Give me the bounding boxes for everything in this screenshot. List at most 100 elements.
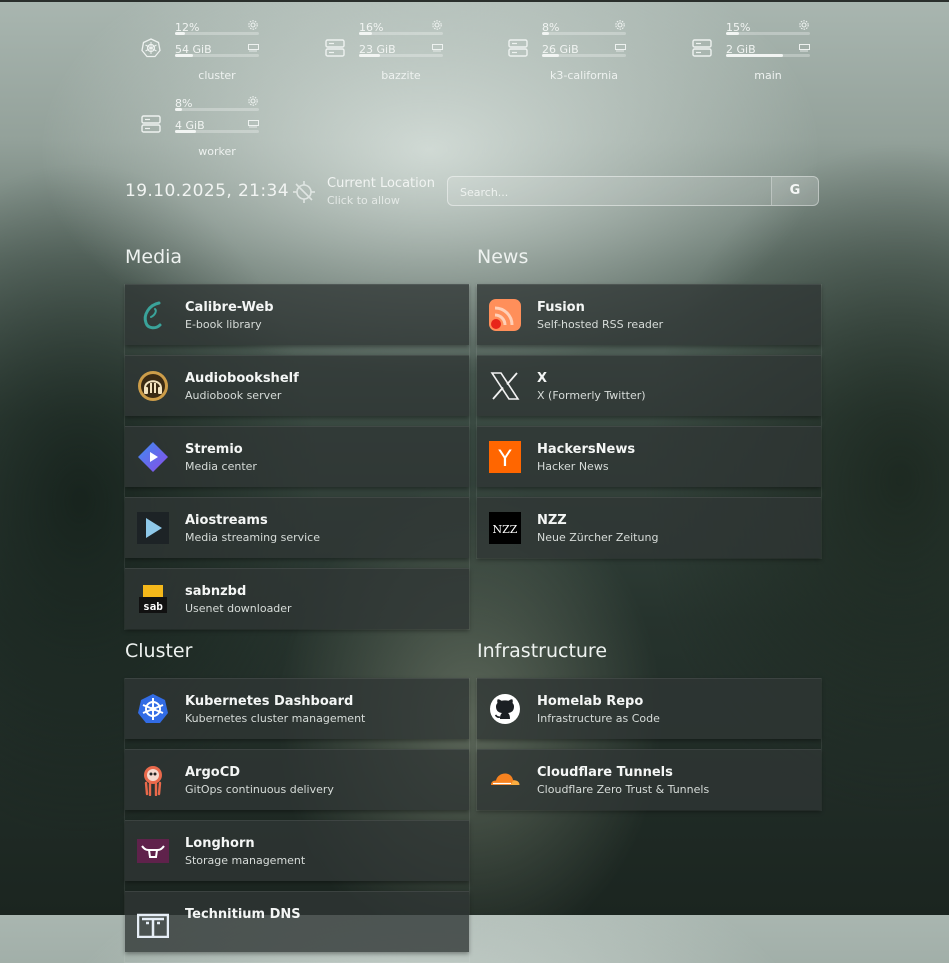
cpu-bar-fill bbox=[726, 32, 739, 35]
service-description: Media streaming service bbox=[185, 531, 320, 544]
service-description: Infrastructure as Code bbox=[537, 712, 660, 725]
service-card-calibre-web[interactable]: Calibre-Web E-book library bbox=[125, 284, 469, 345]
service-description: Kubernetes cluster management bbox=[185, 712, 366, 725]
cpu-bar-fill bbox=[542, 32, 549, 35]
service-description: Media center bbox=[185, 460, 257, 473]
memory-bar-fill bbox=[726, 54, 784, 57]
search-provider-button[interactable]: G bbox=[771, 177, 818, 205]
service-card-x[interactable]: X X (Formerly Twitter) bbox=[477, 355, 821, 416]
server-icon bbox=[325, 39, 345, 57]
service-description: X (Formerly Twitter) bbox=[537, 389, 646, 402]
cpu-gear-icon bbox=[799, 20, 809, 30]
cloudflare-icon bbox=[491, 773, 520, 785]
service-card-aiostreams[interactable]: Aiostreams Media streaming service bbox=[125, 497, 469, 558]
cpu-bar bbox=[542, 32, 626, 35]
memory-bar-fill bbox=[175, 54, 194, 57]
service-card-argocd[interactable]: ArgoCD GitOps continuous delivery bbox=[125, 749, 469, 810]
search-input[interactable] bbox=[458, 177, 772, 207]
service-card-kubernetes-dashboard[interactable]: Kubernetes Dashboard Kubernetes cluster … bbox=[125, 678, 469, 739]
memory-chip-icon bbox=[615, 44, 626, 52]
resource-bazzite: 16% 23 GiB bazzite bbox=[325, 14, 485, 84]
service-name: X bbox=[537, 371, 548, 386]
service-card-nzz[interactable]: NZZ NZZ Neue Zürcher Zeitung bbox=[477, 497, 821, 558]
nzz-icon: NZZ bbox=[489, 512, 521, 544]
service-card-hackersnews[interactable]: Y HackersNews Hacker News bbox=[477, 426, 821, 487]
service-card-homelab-repo[interactable]: Homelab Repo Infrastructure as Code bbox=[477, 678, 821, 739]
memory-bar bbox=[175, 54, 259, 57]
location-subtitle[interactable]: Click to allow bbox=[327, 194, 400, 207]
group-title-news: News bbox=[477, 246, 529, 268]
x-icon bbox=[490, 372, 520, 400]
stremio-icon bbox=[138, 442, 168, 472]
play-icon bbox=[137, 512, 169, 544]
resource-k3-california: 8% 26 GiB k3-california bbox=[508, 14, 668, 84]
location-title[interactable]: Current Location bbox=[327, 176, 435, 191]
service-description: Usenet downloader bbox=[185, 602, 292, 615]
resource-name: main bbox=[754, 69, 782, 82]
hackernews-icon: Y bbox=[489, 441, 521, 473]
hackernews-logo-text: Y bbox=[497, 447, 512, 472]
service-description: E-book library bbox=[185, 318, 262, 331]
nzz-logo-text: NZZ bbox=[493, 523, 518, 536]
resource-worker: 8% 4 GiB worker bbox=[141, 90, 301, 160]
service-name: Kubernetes Dashboard bbox=[185, 694, 354, 709]
svg-text:sab: sab bbox=[143, 600, 163, 613]
service-card-longhorn[interactable]: Longhorn Storage management bbox=[125, 820, 469, 881]
service-name: sabnzbd bbox=[185, 584, 247, 599]
resource-cluster: 12% 54 GiB cluster bbox=[141, 14, 301, 84]
memory-bar-fill bbox=[175, 130, 196, 133]
service-name: Audiobookshelf bbox=[185, 371, 299, 386]
service-name: ArgoCD bbox=[185, 765, 241, 780]
service-card-stremio[interactable]: Stremio Media center bbox=[125, 426, 469, 487]
group-title-infrastructure: Infrastructure bbox=[477, 640, 608, 662]
kubernetes-icon bbox=[138, 694, 168, 723]
service-name: Calibre-Web bbox=[185, 300, 274, 315]
longhorn-icon bbox=[137, 839, 169, 863]
top-border bbox=[0, 0, 949, 2]
service-card-cloudflare-tunnels[interactable]: Cloudflare Tunnels Cloudflare Zero Trust… bbox=[477, 749, 821, 810]
service-name: Cloudflare Tunnels bbox=[537, 765, 673, 780]
service-description: GitOps continuous delivery bbox=[185, 783, 334, 796]
service-name: Fusion bbox=[537, 300, 585, 315]
group-news: Fusion Self-hosted RSS reader X X (Forme… bbox=[476, 284, 822, 559]
service-description: Neue Zürcher Zeitung bbox=[537, 531, 659, 544]
sabnzbd-icon: sab bbox=[139, 585, 167, 613]
group-cluster: Kubernetes Dashboard Kubernetes cluster … bbox=[124, 678, 470, 963]
search-box[interactable]: G bbox=[447, 176, 819, 207]
server-icon bbox=[141, 115, 161, 133]
technitium-icon bbox=[137, 913, 169, 938]
service-name: NZZ bbox=[537, 513, 567, 528]
service-card-fusion[interactable]: Fusion Self-hosted RSS reader bbox=[477, 284, 821, 345]
cpu-bar bbox=[359, 32, 443, 35]
group-title-cluster: Cluster bbox=[125, 640, 193, 662]
resource-name: worker bbox=[198, 145, 236, 158]
service-description: Audiobook server bbox=[185, 389, 282, 402]
group-media: Calibre-Web E-book library Audiobookshel… bbox=[124, 284, 470, 630]
resource-name: k3-california bbox=[550, 69, 618, 82]
group-title-media: Media bbox=[125, 246, 183, 268]
audiobookshelf-icon bbox=[138, 371, 168, 401]
memory-bar bbox=[726, 54, 810, 57]
service-card-sabnzbd[interactable]: sab sabnzbd Usenet downloader bbox=[125, 568, 469, 629]
group-infrastructure: Homelab Repo Infrastructure as Code Clou… bbox=[476, 678, 822, 811]
argocd-icon bbox=[144, 766, 162, 796]
server-icon bbox=[692, 39, 712, 57]
service-card-technitium-dns[interactable]: Technitium DNS bbox=[125, 891, 469, 952]
server-icon bbox=[508, 39, 528, 57]
cpu-bar bbox=[726, 32, 810, 35]
cpu-bar bbox=[175, 32, 259, 35]
cpu-bar-fill bbox=[359, 32, 373, 35]
service-description: Cloudflare Zero Trust & Tunnels bbox=[537, 783, 710, 796]
cpu-bar-fill bbox=[175, 32, 186, 35]
rss-icon bbox=[489, 299, 521, 331]
location-crosshair-icon[interactable] bbox=[292, 180, 316, 204]
memory-bar-fill bbox=[542, 54, 559, 57]
service-description: Storage management bbox=[185, 854, 306, 867]
service-name: Longhorn bbox=[185, 836, 255, 851]
github-icon bbox=[490, 694, 520, 724]
service-card-audiobookshelf[interactable]: Audiobookshelf Audiobook server bbox=[125, 355, 469, 416]
cpu-gear-icon bbox=[248, 96, 258, 106]
service-description: Self-hosted RSS reader bbox=[537, 318, 664, 331]
memory-chip-icon bbox=[432, 44, 443, 52]
resource-name: cluster bbox=[198, 69, 236, 82]
